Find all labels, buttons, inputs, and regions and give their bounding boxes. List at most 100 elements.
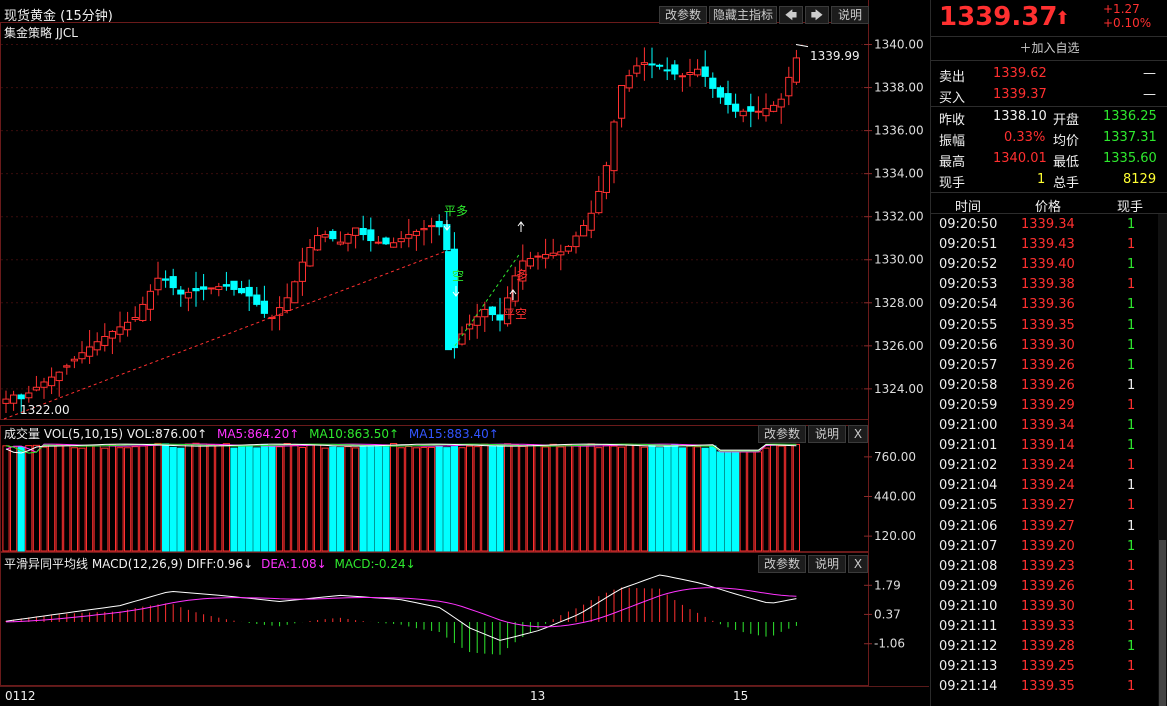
- macd-axis-label: -1.06: [874, 637, 905, 651]
- candle-down: [192, 288, 200, 292]
- tick-row: 09:20:56 1339.30 1: [931, 336, 1157, 356]
- tick-scrollbar-thumb[interactable]: [1159, 540, 1166, 706]
- volume-bar-down: [648, 444, 656, 552]
- tick-row: 09:21:14 1339.35 1: [931, 677, 1157, 697]
- candle-down: [732, 103, 740, 112]
- tick-header: 时间 价格 现手: [931, 194, 1157, 215]
- candle-up: [739, 110, 747, 117]
- volume-params-button[interactable]: 改参数: [758, 425, 806, 443]
- candle-up: [625, 75, 633, 89]
- volume-bar-up: [519, 445, 527, 552]
- candle-up: [108, 330, 117, 339]
- volume-bar-up: [86, 445, 94, 552]
- volume-bar-up: [640, 446, 648, 552]
- volume-bar-up: [70, 447, 79, 552]
- low-label: 最低: [1053, 155, 1080, 170]
- candle-up: [374, 241, 382, 244]
- tick-time: 09:21:10: [939, 598, 998, 614]
- candle-up: [306, 247, 314, 267]
- macd-value: MACD:-0.24↓: [334, 557, 416, 571]
- chart-area: 1340.00 1338.00 1336.00 1334.00 1332.00 1330.…: [0, 0, 929, 706]
- tick-row: 09:20:59 1339.29 1: [931, 396, 1157, 416]
- volume-ma15: MA15:883.40↑: [408, 427, 499, 441]
- volume-bar-up: [298, 446, 306, 552]
- tick-vol: 1: [1127, 598, 1136, 614]
- macd-title: 平滑异同平均线 MACD(12,26,9) DIFF:0.96↓: [4, 557, 254, 571]
- volume-bar-up: [564, 444, 572, 552]
- candle-up: [678, 75, 686, 78]
- tick-time: 09:21:07: [939, 538, 998, 554]
- high-price-label: 1339.99: [810, 49, 860, 63]
- low-value: 1335.60: [1103, 151, 1157, 166]
- candle-down: [663, 69, 671, 72]
- volume-bar-down: [671, 443, 679, 552]
- candle-up: [405, 234, 413, 239]
- volume-bar-down: [177, 447, 185, 552]
- candle-up: [70, 358, 79, 362]
- candle-up: [777, 98, 785, 108]
- volume-bar-up: [55, 444, 63, 552]
- volume-close-icon[interactable]: X: [848, 425, 868, 443]
- volume-bar-up: [526, 444, 534, 552]
- tick-price: 1339.40: [1021, 257, 1075, 273]
- total-vol-value: 8129: [1123, 172, 1157, 187]
- volume-bar-down: [724, 451, 732, 552]
- prev-close-label: 昨收: [939, 113, 966, 128]
- candle-down: [716, 87, 724, 98]
- volume-bar-up: [124, 447, 132, 552]
- scroll-left-icon[interactable]: 🡄: [779, 6, 803, 24]
- volume-help-button[interactable]: 说明: [808, 425, 846, 443]
- volume-ma10: MA10:863.50↑: [309, 427, 400, 441]
- candle-down: [260, 300, 268, 314]
- volume-bar-down: [656, 447, 664, 552]
- volume-bar-up: [572, 445, 580, 552]
- tick-price: 1339.27: [1021, 498, 1075, 514]
- x-label-0112: 0112: [5, 689, 36, 703]
- price-axis-label: 1334.00: [874, 167, 924, 181]
- tick-row: 09:20:51 1339.43 1: [931, 235, 1157, 255]
- macd-close-icon[interactable]: X: [848, 555, 868, 573]
- volume-bar-up: [618, 446, 626, 552]
- macd-axis-label: 0.37: [874, 607, 901, 621]
- volume-bar-down: [260, 444, 268, 552]
- tick-vol: 1: [1127, 317, 1136, 333]
- volume-legend: 成交量 VOL(5,10,15) VOL:876.00↑ MA5:864.20↑…: [4, 425, 499, 442]
- volume-bar-down: [709, 445, 717, 552]
- stats-row-2: 振幅 0.33% 均价 1337.31: [931, 127, 1157, 149]
- candle-up: [557, 251, 565, 256]
- candle-down: [162, 278, 170, 281]
- bid-label: 买入: [939, 91, 966, 106]
- candle-up: [78, 352, 86, 360]
- plus-icon: ＋: [1019, 41, 1032, 55]
- last-price: 1339.37: [939, 2, 1058, 32]
- macd-help-button[interactable]: 说明: [808, 555, 846, 573]
- add-watchlist-button[interactable]: ＋加入自选: [931, 37, 1167, 59]
- candle-up: [595, 190, 603, 214]
- signal-short: 空: [452, 269, 465, 283]
- tick-time: 09:21:06: [939, 518, 998, 534]
- candle-up: [412, 230, 420, 236]
- volume-bar-up: [785, 444, 793, 552]
- tick-scrollbar[interactable]: [1158, 214, 1167, 706]
- tick-row: 09:21:06 1339.27 1: [931, 517, 1157, 537]
- candle-up: [86, 346, 94, 357]
- candle-up: [602, 165, 610, 193]
- params-button[interactable]: 改参数: [659, 6, 707, 24]
- volume-bar-down: [732, 451, 740, 552]
- macd-params-button[interactable]: 改参数: [758, 555, 806, 573]
- price-axis-label: 1338.00: [874, 81, 924, 95]
- volume-bar-up: [207, 443, 215, 552]
- help-button[interactable]: 说明: [831, 6, 869, 24]
- hide-indicator-button[interactable]: 隐藏主指标: [709, 6, 777, 24]
- stats-row-4: 现手 1 总手 8129: [931, 169, 1157, 191]
- candle-down: [169, 276, 177, 289]
- macd-legend: 平滑异同平均线 MACD(12,26,9) DIFF:0.96↓ DEA:1.0…: [4, 555, 416, 572]
- candle-down: [329, 230, 337, 240]
- price-axis-label: 1328.00: [874, 296, 924, 310]
- volume-bar-up: [352, 447, 360, 552]
- volume-bar-down: [443, 447, 451, 552]
- tick-row: 09:20:52 1339.40 1: [931, 255, 1157, 275]
- scroll-right-icon[interactable]: 🡆: [805, 6, 829, 24]
- volume-chart[interactable]: 760.00 440.00 120.00: [0, 425, 929, 552]
- tick-row: 09:21:09 1339.26 1: [931, 577, 1157, 597]
